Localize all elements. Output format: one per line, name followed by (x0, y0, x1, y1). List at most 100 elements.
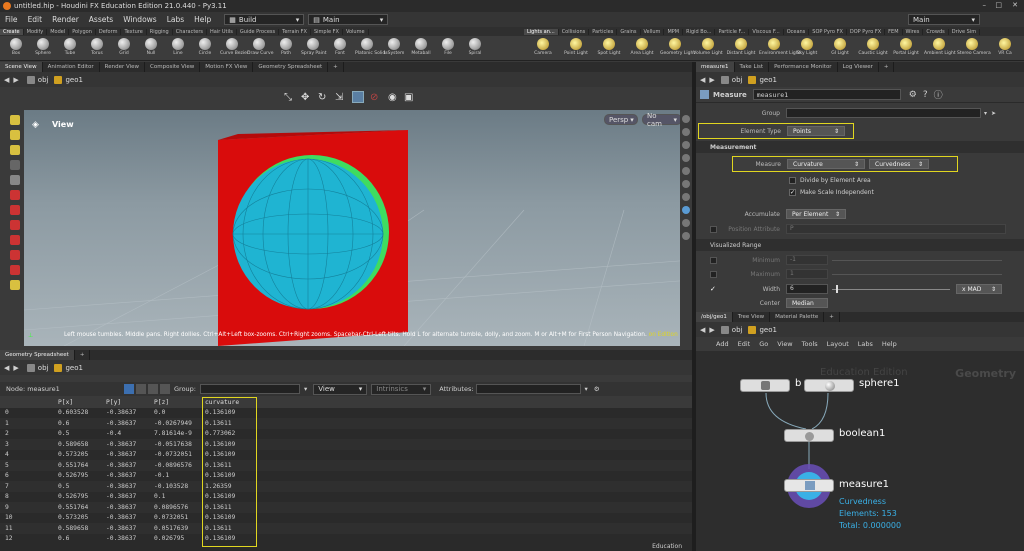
shelf-tab[interactable]: Drive Sim (949, 28, 981, 35)
scene-viewport[interactable]: ◈ View Persp ▾ No cam ▾ Left mouse tumbles… (24, 110, 692, 346)
lasso-tool-icon[interactable] (10, 145, 20, 155)
scale-icon[interactable]: ⇲ (335, 92, 343, 103)
shelf-tool[interactable]: Geometry Light (660, 38, 695, 56)
shelf-tool[interactable]: Spiral (463, 38, 487, 56)
group-dropdown-icon[interactable]: ▾ (984, 110, 987, 117)
viewer-tab[interactable]: Render View (100, 62, 146, 72)
desktop-select-right[interactable]: Main ▾ (908, 14, 980, 25)
measurement-header[interactable]: Measurement (696, 141, 1024, 153)
shelf-tool[interactable]: Tube (58, 38, 82, 56)
shelf-tab[interactable]: Crowds (923, 28, 949, 35)
rotate-icon[interactable]: ↻ (318, 92, 326, 103)
shelf-tab[interactable]: SOP Pyro FX (809, 28, 847, 35)
shelf-tool[interactable]: Stereo Camera (957, 38, 991, 56)
back-icon[interactable]: ◀ (700, 76, 705, 84)
network-tab[interactable]: /obj/geo1 (696, 312, 733, 322)
shelf-tab[interactable]: MPM (664, 28, 684, 35)
shelf-tab[interactable]: Collisions (559, 28, 590, 35)
shelf-tab[interactable]: Volume (343, 28, 369, 35)
breadcrumb-geo1[interactable]: geo1 (54, 75, 83, 84)
menu-windows[interactable]: Windows (118, 15, 161, 24)
forward-icon[interactable]: ▶ (13, 364, 18, 372)
network-menu-item[interactable]: Help (882, 340, 897, 348)
visualized-range-header[interactable]: Visualized Range (696, 239, 1024, 251)
accumulate-menu[interactable]: Per Element ⇕ (786, 209, 846, 219)
shelf-tab[interactable]: Modify (24, 28, 48, 35)
scale-checkbox[interactable]: ✓ (789, 188, 796, 196)
network-tab[interactable]: Tree View (733, 312, 771, 322)
shelf-tool[interactable]: VR Ca (990, 38, 1020, 56)
table-row[interactable]: 2 0.5 -0.4 7.81614e-9 0.773062 (0, 429, 692, 440)
table-row[interactable]: 0 0.603528 -0.38637 0.0 0.136109 (0, 408, 692, 419)
shelf-tab[interactable]: Characters (173, 28, 208, 35)
table-row[interactable]: 1 0.6 -0.38637 -0.0267949 0.13611 (0, 418, 692, 429)
back-icon[interactable]: ◀ (4, 364, 9, 372)
viewer-tab[interactable]: Composite View (145, 62, 201, 72)
background-icon[interactable] (682, 180, 690, 188)
group-input[interactable] (199, 384, 300, 394)
shelf-tab[interactable]: Rigid Bo... (683, 28, 716, 35)
shelf-tab[interactable]: Oceans (784, 28, 810, 35)
paint-icon[interactable] (10, 280, 20, 290)
close-icon[interactable]: ✕ (1012, 1, 1018, 9)
wireframe-icon[interactable] (682, 128, 690, 136)
render-icon[interactable]: ▣ (404, 92, 413, 103)
table-row[interactable]: 7 0.5 -0.38637 -0.103528 1.26359 (0, 481, 692, 492)
shelf-tab[interactable]: Texture (121, 28, 147, 35)
viewer-tab[interactable]: Animation Editor (43, 62, 100, 72)
shelf-tab[interactable]: Wires (903, 28, 924, 35)
table-row[interactable]: 12 0.6 -0.38637 0.026795 0.136109 (0, 534, 692, 545)
shelf-tool[interactable]: Draw Curve (247, 38, 273, 56)
magnet-icon[interactable] (10, 250, 20, 260)
normals-icon[interactable] (682, 206, 690, 214)
select-tool-icon[interactable] (10, 115, 20, 125)
shelf-tool[interactable]: GI Light (825, 38, 855, 56)
shelf-tab[interactable]: Rigging (147, 28, 173, 35)
table-row[interactable]: 4 0.573205 -0.38637 -0.0732051 0.136109 (0, 450, 692, 461)
shelf-tool[interactable]: Path (274, 38, 298, 56)
shelf-tool[interactable]: Sphere (31, 38, 55, 56)
brush-tool-icon[interactable] (10, 130, 20, 140)
forward-icon[interactable]: ▶ (13, 76, 18, 84)
table-row[interactable]: 5 0.551764 -0.38637 -0.0896576 0.13611 (0, 460, 692, 471)
breadcrumb-geo1[interactable]: geo1 (748, 75, 777, 84)
select-icon[interactable]: ⤡ (284, 92, 292, 103)
detail-mode-icon[interactable] (160, 384, 170, 394)
measure-node[interactable] (784, 479, 834, 492)
network-menu-item[interactable]: Edit (738, 340, 751, 348)
cam-menu[interactable]: No cam ▾ (642, 112, 682, 128)
minimum-slider[interactable] (832, 259, 1002, 261)
desktop-select[interactable]: ▦ Build ▾ (224, 14, 305, 25)
ghost-icon[interactable] (682, 154, 690, 162)
element-type-menu[interactable]: Points ⇕ (787, 126, 845, 136)
breadcrumb-geo1[interactable]: geo1 (748, 325, 777, 334)
table-row[interactable]: 8 0.526795 -0.38637 0.1 0.136109 (0, 492, 692, 503)
shelf-tab[interactable]: Simple FX (311, 28, 343, 35)
minimum-checkbox[interactable] (710, 256, 717, 264)
network-menu-item[interactable]: Labs (858, 340, 873, 348)
desktop-select-2[interactable]: ▤ Main ▾ (308, 14, 389, 25)
width-checkbox[interactable]: ✓ (710, 285, 717, 293)
points-mode-icon[interactable] (124, 384, 134, 394)
view-tool-icon[interactable] (10, 160, 20, 170)
shelf-tab[interactable]: Lights an... (524, 28, 559, 35)
shelf-tab[interactable]: Model (47, 28, 70, 35)
breadcrumb-obj[interactable]: obj (26, 363, 48, 372)
shelf-tab[interactable]: Guide Process (237, 28, 280, 35)
params-tab[interactable]: Take List (735, 62, 770, 72)
table-row[interactable]: 10 0.573205 -0.38637 0.0732051 0.136109 (0, 513, 692, 524)
prim-icon[interactable] (10, 220, 20, 230)
network-menu-item[interactable]: Tools (802, 340, 818, 348)
shelf-tool[interactable]: Distant Light (726, 38, 756, 56)
network-tab[interactable]: Material Palette (770, 312, 825, 322)
attributes-input[interactable] (475, 384, 581, 394)
shelf-tool[interactable]: Font (328, 38, 352, 56)
network-menu-item[interactable]: Layout (827, 340, 849, 348)
prims-mode-icon[interactable] (148, 384, 158, 394)
menu-assets[interactable]: Assets (84, 15, 118, 24)
shelf-tab[interactable]: Grains (617, 28, 641, 35)
shelf-tab[interactable]: Viscous F... (749, 28, 784, 35)
vertex-icon[interactable] (10, 235, 20, 245)
shelf-tool[interactable]: Torus (85, 38, 109, 56)
shelf-tool[interactable]: Box (4, 38, 28, 56)
